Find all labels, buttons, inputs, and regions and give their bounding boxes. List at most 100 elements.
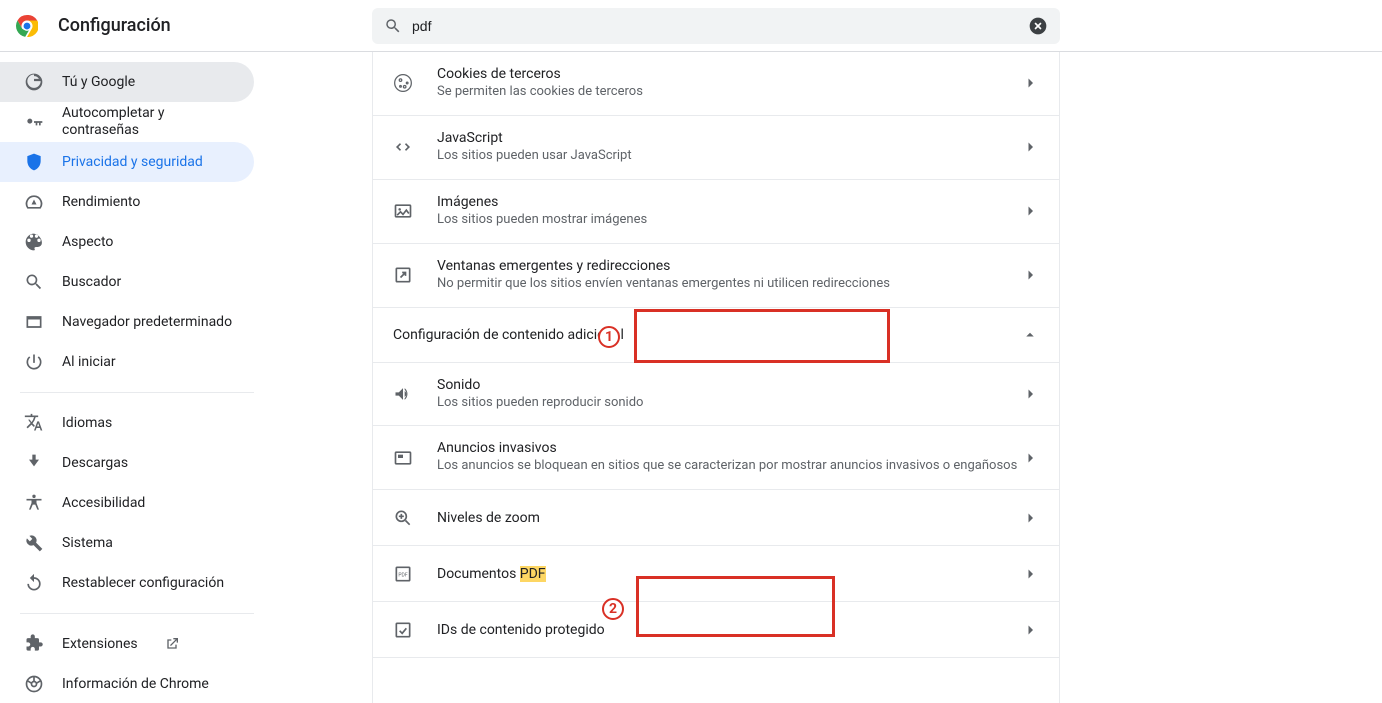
- external-link-icon: [164, 636, 180, 652]
- row-title: Niveles de zoom: [437, 510, 1021, 526]
- sidebar-item-about-chrome[interactable]: Información de Chrome: [0, 664, 254, 703]
- sidebar-item-label: Restablecer configuración: [62, 575, 224, 592]
- page-title: Configuración: [58, 15, 171, 36]
- row-ads[interactable]: Anuncios invasivos Los anuncios se bloqu…: [373, 426, 1059, 490]
- search-input[interactable]: [402, 18, 1028, 34]
- row-title: Imágenes: [437, 194, 1021, 210]
- row-title: Anuncios invasivos: [437, 440, 1021, 456]
- accessibility-icon: [24, 493, 44, 513]
- row-title: Documentos PDF: [437, 566, 1021, 582]
- chevron-right-icon: [1021, 385, 1039, 403]
- speedometer-icon: [24, 192, 44, 212]
- search-bar[interactable]: [372, 8, 1060, 44]
- row-sound[interactable]: Sonido Los sitios pueden reproducir soni…: [373, 363, 1059, 427]
- sidebar-item-label: Rendimiento: [62, 194, 140, 211]
- extension-icon: [24, 634, 44, 654]
- row-subtitle: Los sitios pueden usar JavaScript: [437, 148, 1021, 165]
- code-icon: [393, 137, 413, 157]
- row-title: Ventanas emergentes y redirecciones: [437, 258, 1021, 274]
- row-title: IDs de contenido protegido: [437, 622, 1021, 638]
- row-javascript[interactable]: JavaScript Los sitios pueden usar JavaSc…: [373, 116, 1059, 180]
- sidebar-item-languages[interactable]: Idiomas: [0, 403, 254, 443]
- sidebar-item-on-startup[interactable]: Al iniciar: [0, 342, 254, 382]
- sidebar-item-label: Extensiones: [62, 636, 138, 653]
- google-icon: [24, 72, 44, 92]
- annotation-number-2: 2: [602, 598, 624, 620]
- row-pdf-documents[interactable]: PDF Documentos PDF: [373, 546, 1059, 602]
- wrench-icon: [24, 533, 44, 553]
- sidebar-item-label: Autocompletar y contraseñas: [62, 105, 242, 139]
- row-subtitle: Los sitios pueden mostrar imágenes: [437, 212, 1021, 229]
- cookie-icon: [393, 73, 413, 93]
- protected-content-icon: [393, 620, 413, 640]
- chevron-right-icon: [1021, 266, 1039, 284]
- sidebar: Tú y Google Autocompletar y contraseñas …: [0, 52, 262, 703]
- search-icon: [384, 17, 402, 35]
- sidebar-item-label: Información de Chrome: [62, 676, 209, 693]
- chevron-right-icon: [1021, 449, 1039, 467]
- chevron-right-icon: [1021, 621, 1039, 639]
- annotation-number-1: 1: [598, 326, 620, 348]
- chevron-right-icon: [1021, 202, 1039, 220]
- sidebar-divider: [20, 392, 254, 393]
- section-title: Configuración de contenido adicional: [393, 327, 624, 343]
- sidebar-item-label: Al iniciar: [62, 354, 116, 371]
- app-header: Configuración: [0, 0, 1382, 52]
- chrome-outline-icon: [24, 674, 44, 694]
- chevron-right-icon: [1021, 565, 1039, 583]
- sidebar-item-label: Privacidad y seguridad: [62, 154, 203, 171]
- palette-icon: [24, 232, 44, 252]
- sidebar-item-performance[interactable]: Rendimiento: [0, 182, 254, 222]
- row-zoom[interactable]: Niveles de zoom: [373, 490, 1059, 546]
- sidebar-item-reset[interactable]: Restablecer configuración: [0, 563, 254, 603]
- main-content: Cookies de terceros Se permiten las cook…: [262, 52, 1382, 703]
- chevron-right-icon: [1021, 138, 1039, 156]
- sidebar-item-search-engine[interactable]: Buscador: [0, 262, 254, 302]
- ads-icon: [393, 448, 413, 468]
- sidebar-item-label: Navegador predeterminado: [62, 314, 232, 331]
- reset-icon: [24, 573, 44, 593]
- browser-icon: [24, 312, 44, 332]
- row-cookies[interactable]: Cookies de terceros Se permiten las cook…: [373, 52, 1059, 116]
- sidebar-item-label: Sistema: [62, 535, 113, 552]
- chevron-right-icon: [1021, 509, 1039, 527]
- shield-icon: [24, 152, 44, 172]
- row-subtitle: Los anuncios se bloquean en sitios que s…: [437, 458, 1021, 475]
- sidebar-item-label: Idiomas: [62, 415, 112, 432]
- translate-icon: [24, 413, 44, 433]
- sidebar-item-appearance[interactable]: Aspecto: [0, 222, 254, 262]
- download-icon: [24, 453, 44, 473]
- search-icon: [24, 272, 44, 292]
- sidebar-item-label: Descargas: [62, 455, 128, 472]
- power-icon: [24, 352, 44, 372]
- sidebar-item-autofill[interactable]: Autocompletar y contraseñas: [0, 102, 254, 142]
- sidebar-item-label: Aspecto: [62, 234, 113, 251]
- sidebar-divider: [20, 613, 254, 614]
- key-icon: [24, 112, 44, 132]
- chrome-logo-icon: [16, 15, 38, 37]
- sidebar-item-extensions[interactable]: Extensiones: [0, 624, 254, 664]
- sidebar-item-default-browser[interactable]: Navegador predeterminado: [0, 302, 254, 342]
- row-title: Sonido: [437, 377, 1021, 393]
- clear-search-icon[interactable]: [1028, 16, 1048, 36]
- row-subtitle: Se permiten las cookies de terceros: [437, 84, 1021, 101]
- row-popups[interactable]: Ventanas emergentes y redirecciones No p…: [373, 244, 1059, 308]
- chevron-right-icon: [1021, 74, 1039, 92]
- row-title: Cookies de terceros: [437, 66, 1021, 82]
- settings-card: Cookies de terceros Se permiten las cook…: [372, 52, 1060, 703]
- sidebar-item-system[interactable]: Sistema: [0, 523, 254, 563]
- row-subtitle: No permitir que los sitios envíen ventan…: [437, 276, 1021, 293]
- svg-text:PDF: PDF: [398, 572, 407, 578]
- sound-icon: [393, 384, 413, 404]
- chevron-up-icon: [1021, 326, 1039, 344]
- sidebar-item-privacy[interactable]: Privacidad y seguridad: [0, 142, 254, 182]
- row-protected-content[interactable]: IDs de contenido protegido: [373, 602, 1059, 658]
- search-highlight: PDF: [520, 566, 546, 582]
- sidebar-item-accessibility[interactable]: Accesibilidad: [0, 483, 254, 523]
- sidebar-item-downloads[interactable]: Descargas: [0, 443, 254, 483]
- additional-content-section-header[interactable]: Configuración de contenido adicional: [373, 308, 1059, 363]
- sidebar-item-label: Buscador: [62, 274, 121, 291]
- sidebar-item-you-and-google[interactable]: Tú y Google: [0, 62, 254, 102]
- row-images[interactable]: Imágenes Los sitios pueden mostrar imáge…: [373, 180, 1059, 244]
- image-icon: [393, 201, 413, 221]
